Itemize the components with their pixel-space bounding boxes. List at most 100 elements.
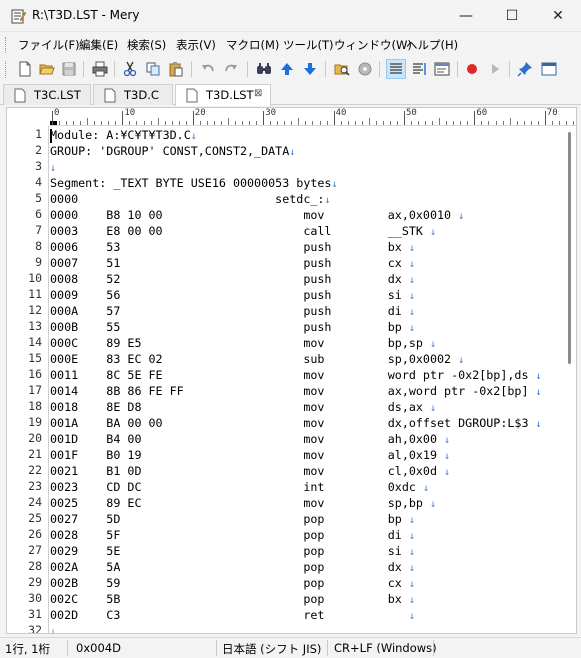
record-macro-button[interactable] bbox=[462, 59, 482, 79]
code-line[interactable]: Segment: _TEXT BYTE USE16 00000053 bytes… bbox=[50, 175, 338, 191]
window-button[interactable] bbox=[539, 59, 559, 79]
code-line[interactable]: ↓ bbox=[50, 159, 56, 175]
disc-button[interactable] bbox=[355, 59, 375, 79]
menu-search[interactable]: 検索(S) bbox=[127, 37, 166, 53]
code-line[interactable]: 0009 56 push si ↓ bbox=[50, 287, 415, 303]
code-line[interactable]: 0003 E8 00 00 call __STK ↓ bbox=[50, 223, 436, 239]
status-separator bbox=[67, 640, 68, 656]
ruler-tick bbox=[52, 111, 53, 125]
code-line[interactable]: 0027 5D pop bp ↓ bbox=[50, 511, 415, 527]
toolbar-grip[interactable] bbox=[5, 61, 8, 78]
wrap-window-button[interactable] bbox=[409, 59, 429, 79]
cut-button[interactable] bbox=[120, 59, 140, 79]
code-line[interactable]: 0011 8C 5E FE mov word ptr -0x2[bp],ds ↓ bbox=[50, 367, 542, 383]
code-line[interactable]: 000A 57 push di ↓ bbox=[50, 303, 415, 319]
redo-button[interactable] bbox=[221, 59, 241, 79]
find-previous-button[interactable] bbox=[277, 59, 297, 79]
ruler-tick bbox=[467, 121, 469, 125]
tab-t3c-lst[interactable]: T3C.LST bbox=[3, 84, 91, 105]
code-line[interactable]: 002D C3 ret ↓ bbox=[50, 607, 415, 623]
code-line[interactable]: 001F B0 19 mov al,0x19 ↓ bbox=[50, 447, 450, 463]
menu-file[interactable]: ファイル(F) bbox=[18, 37, 80, 53]
code-line[interactable]: 0018 8E D8 mov ds,ax ↓ bbox=[50, 399, 436, 415]
print-button[interactable] bbox=[90, 59, 110, 79]
menu-edit[interactable]: 編集(E) bbox=[79, 37, 118, 53]
paste-button[interactable] bbox=[166, 59, 186, 79]
code-line[interactable]: ↓ bbox=[50, 623, 56, 633]
code-line[interactable]: 0023 CD DC int 0xdc ↓ bbox=[50, 479, 429, 495]
status-encoding[interactable]: 日本語 (シフト JIS) bbox=[222, 641, 321, 657]
code-line[interactable]: 0014 8B 86 FE FF mov ax,word ptr -0x2[bp… bbox=[50, 383, 542, 399]
tab-t3d-c[interactable]: T3D.C bbox=[93, 84, 173, 105]
ruler-tick bbox=[108, 121, 110, 125]
code-line[interactable]: 002A 5A pop dx ↓ bbox=[50, 559, 415, 575]
line-number: 7 bbox=[35, 223, 42, 237]
undo-icon bbox=[202, 64, 214, 72]
toolbar-separator bbox=[325, 61, 326, 77]
status-newline[interactable]: CR+LF (Windows) bbox=[334, 641, 437, 655]
editor[interactable]: 0 10 20 30 40 50 60 70 1 2 3 4 5 6 7 8 9 10 11 12 13 14 15 16 1… bbox=[6, 107, 577, 634]
maximize-button[interactable]: ☐ bbox=[489, 0, 535, 32]
code-line[interactable]: 002C 5B pop bx ↓ bbox=[50, 591, 415, 607]
open-button[interactable] bbox=[37, 59, 57, 79]
code-line[interactable]: 000C 89 E5 mov bp,sp ↓ bbox=[50, 335, 436, 351]
code-line[interactable]: 0000 B8 10 00 mov ax,0x0010 ↓ bbox=[50, 207, 464, 223]
find-button[interactable] bbox=[254, 59, 274, 79]
save-button[interactable] bbox=[59, 59, 79, 79]
code-line[interactable]: 001A BA 00 00 mov dx,offset DGROUP:L$3 ↓ bbox=[50, 415, 542, 431]
code-text: GROUP: 'DGROUP' CONST,CONST2,_DATA bbox=[50, 144, 290, 158]
ruler-tick bbox=[270, 121, 272, 125]
ruler-tick bbox=[136, 121, 138, 125]
pin-button[interactable] bbox=[515, 59, 535, 79]
print-icon bbox=[92, 61, 108, 77]
minimize-button[interactable]: — bbox=[443, 0, 489, 32]
code-line[interactable]: 000B 55 push bp ↓ bbox=[50, 319, 415, 335]
code-line[interactable]: 001D B4 00 mov ah,0x00 ↓ bbox=[50, 431, 450, 447]
code-line[interactable]: 0025 89 EC mov sp,bp ↓ bbox=[50, 495, 436, 511]
line-number: 9 bbox=[35, 255, 42, 269]
code-line[interactable]: 0028 5F pop di ↓ bbox=[50, 527, 415, 543]
menu-view[interactable]: 表示(V) bbox=[176, 37, 216, 53]
code-line[interactable]: GROUP: 'DGROUP' CONST,CONST2,_DATA↓ bbox=[50, 143, 295, 159]
ruler-tick bbox=[516, 121, 518, 125]
code-line[interactable]: 0008 52 push dx ↓ bbox=[50, 271, 415, 287]
vertical-scrollbar[interactable] bbox=[563, 126, 576, 633]
code-line[interactable]: 0006 53 push bx ↓ bbox=[50, 239, 415, 255]
undo-button[interactable] bbox=[198, 59, 218, 79]
code-line[interactable]: 0007 51 push cx ↓ bbox=[50, 255, 415, 271]
line-number: 30 bbox=[28, 591, 42, 605]
ruler-label: 20 bbox=[194, 108, 206, 118]
minimize-icon: — bbox=[459, 8, 473, 24]
code-line[interactable]: 0021 B1 0D mov cl,0x0d ↓ bbox=[50, 463, 450, 479]
menu-tools[interactable]: ツール(T) bbox=[283, 37, 334, 53]
tab-close-icon[interactable]: ⊠ bbox=[254, 88, 262, 99]
tab-t3d-lst[interactable]: T3D.LST ⊠ bbox=[175, 84, 271, 106]
menu-macro[interactable]: マクロ(M) bbox=[226, 37, 279, 53]
menu-window[interactable]: ウィンドウ(W) bbox=[334, 37, 412, 53]
close-button[interactable]: ✕ bbox=[535, 0, 581, 32]
open-folder-icon bbox=[39, 64, 55, 75]
find-next-button[interactable] bbox=[300, 59, 320, 79]
code-line[interactable]: 0029 5E pop si ↓ bbox=[50, 543, 415, 559]
menu-grip[interactable] bbox=[5, 37, 8, 53]
search-files-button[interactable] bbox=[332, 59, 352, 79]
wrap-column-button[interactable] bbox=[432, 59, 452, 79]
eol-marker-icon: ↓ bbox=[190, 131, 197, 142]
ruler-tick bbox=[495, 121, 497, 125]
ruler-tick bbox=[558, 121, 560, 125]
run-macro-icon bbox=[492, 64, 499, 74]
no-wrap-button[interactable] bbox=[386, 59, 406, 79]
run-macro-button[interactable] bbox=[485, 59, 505, 79]
code-line[interactable]: 0000 setdc_:↓ bbox=[50, 191, 330, 207]
code-line[interactable]: Module: A:¥C¥T¥T3D.C↓ bbox=[50, 127, 197, 143]
ruler-tick bbox=[220, 121, 222, 125]
find-down-icon bbox=[304, 63, 316, 75]
text-area[interactable]: Module: A:¥C¥T¥T3D.C↓ GROUP: 'DGROUP' CON… bbox=[50, 126, 563, 633]
copy-button[interactable] bbox=[143, 59, 163, 79]
eol-marker-icon: ↓ bbox=[444, 435, 451, 446]
new-file-button[interactable] bbox=[15, 59, 35, 79]
scrollbar-thumb[interactable] bbox=[568, 132, 571, 364]
menu-help[interactable]: ヘルプ(H) bbox=[406, 37, 458, 53]
code-line[interactable]: 000E 83 EC 02 sub sp,0x0002 ↓ bbox=[50, 351, 464, 367]
code-line[interactable]: 002B 59 pop cx ↓ bbox=[50, 575, 415, 591]
